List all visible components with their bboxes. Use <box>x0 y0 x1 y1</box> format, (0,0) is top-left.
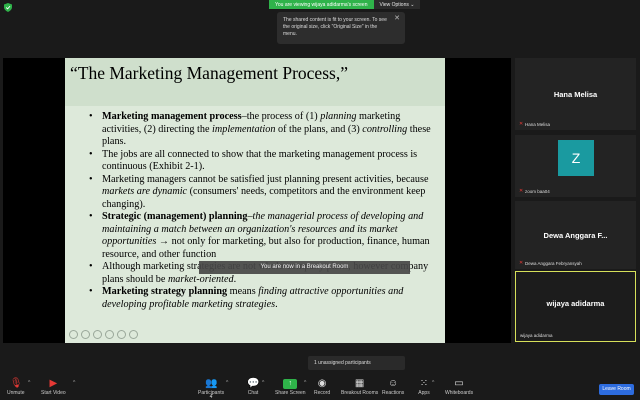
zoom-meeting-window: You are viewing wijaya adidarma's screen… <box>0 0 640 400</box>
meeting-toolbar: 🎙 Unmute ^ ▶ Start Video ^ 👥4 Participan… <box>0 376 640 400</box>
active-speaker-tile[interactable]: wijaya adidarma wijaya adidarma <box>515 271 636 342</box>
mic-muted-icon: ✕ <box>519 188 524 194</box>
participant-tile[interactable]: Dewa Anggara F... ✕ Dewa Anggara Febryans… <box>515 201 636 269</box>
bullet-item: Marketing management process–the process… <box>89 111 439 149</box>
slide-title: “The Marketing Management Process,” <box>70 63 348 83</box>
mic-muted-icon: ✕ <box>519 260 524 266</box>
participants-button[interactable]: 👥4 Participants <box>198 378 224 400</box>
mic-muted-icon: ✕ <box>519 121 524 127</box>
next-slide-icon[interactable] <box>129 330 138 339</box>
bullet-item: Marketing strategy planning means findin… <box>89 286 439 311</box>
pen-icon[interactable] <box>81 330 90 339</box>
participant-display-name: wijaya adidarma <box>546 299 605 308</box>
participant-label: ✕ Hana Melisa <box>519 121 551 128</box>
avatar: Z <box>558 140 594 176</box>
slides-grid-icon[interactable] <box>93 330 102 339</box>
breakout-room-notice: You are now in a Breakout Room <box>199 261 410 274</box>
breakout-rooms-button[interactable]: ▦ Breakout Rooms <box>341 378 378 396</box>
participant-tile[interactable]: Z ✕ zoom baa04 <box>515 135 636 197</box>
apps-button[interactable]: ⁙ Apps <box>418 378 430 396</box>
presentation-slide: “The Marketing Management Process,” Mark… <box>65 58 445 343</box>
share-screen-button[interactable]: ↑ Share Screen <box>275 378 306 396</box>
leave-room-button[interactable]: Leave Room <box>599 384 634 395</box>
sharing-status-text: You are viewing wijaya adidarma's screen <box>269 0 374 9</box>
view-options-button[interactable]: View Options ⌄ <box>373 0 421 9</box>
fit-to-screen-tooltip: The shared content is fit to your screen… <box>277 12 405 44</box>
participant-label: ✕ zoom baa04 <box>519 188 550 195</box>
participant-display-name: Hana Melisa <box>553 90 598 99</box>
participant-display-name: Dewa Anggara F... <box>543 231 608 240</box>
participant-label: wijaya adidarma <box>520 333 553 338</box>
chevron-up-icon[interactable]: ^ <box>262 380 264 386</box>
chat-icon: 💬 <box>247 378 260 389</box>
prev-slide-icon[interactable] <box>69 330 78 339</box>
sharing-banner: You are viewing wijaya adidarma's screen… <box>269 0 421 9</box>
chevron-up-icon[interactable]: ^ <box>304 380 306 386</box>
reactions-button[interactable]: ☺ Reactions <box>382 378 404 396</box>
start-video-button[interactable]: ▶ Start Video <box>41 378 66 396</box>
record-button[interactable]: ◉ Record <box>314 378 330 396</box>
zoom-icon[interactable] <box>105 330 114 339</box>
participants-icon: 👥4 <box>205 378 218 400</box>
bullet-item: The jobs are all connected to show that … <box>89 149 439 174</box>
apps-icon: ⁙ <box>419 378 429 389</box>
tooltip-message: The shared content is fit to your screen… <box>283 17 387 37</box>
participant-label: ✕ Dewa Anggara Febryansyah <box>519 260 582 267</box>
slide-bullet-list: Marketing management process–the process… <box>89 111 439 311</box>
chevron-up-icon[interactable]: ^ <box>73 380 75 386</box>
share-screen-icon: ↑ <box>283 379 298 389</box>
slide-navigation-controls <box>69 330 138 339</box>
unmute-button[interactable]: 🎙 Unmute <box>7 378 25 396</box>
whiteboards-button[interactable]: ▭ Whiteboards <box>445 378 473 396</box>
chevron-up-icon[interactable]: ^ <box>432 380 434 386</box>
close-icon[interactable]: ✕ <box>394 15 400 22</box>
slide-title-bar: “The Marketing Management Process,” <box>65 58 445 106</box>
unassigned-participants-pill[interactable]: 1 unassigned participants <box>308 356 405 370</box>
breakout-rooms-icon: ▦ <box>354 378 365 389</box>
record-icon: ◉ <box>317 378 327 389</box>
shield-icon[interactable] <box>4 3 12 12</box>
mic-muted-icon: 🎙 <box>9 378 23 389</box>
reactions-icon: ☺ <box>388 378 399 389</box>
chevron-up-icon[interactable]: ^ <box>226 380 228 386</box>
chevron-up-icon[interactable]: ^ <box>28 380 30 386</box>
bullet-item: Marketing managers cannot be satisfied j… <box>89 174 439 212</box>
video-off-icon: ▶ <box>49 378 58 389</box>
whiteboard-icon: ▭ <box>454 378 464 389</box>
participant-tile[interactable]: Hana Melisa ✕ Hana Melisa <box>515 58 636 130</box>
chevron-down-icon: ⌄ <box>410 1 415 8</box>
bullet-item: Strategic (management) planning–the mana… <box>89 211 439 261</box>
more-options-icon[interactable] <box>117 330 126 339</box>
shared-screen: “The Marketing Management Process,” Mark… <box>3 58 511 343</box>
chat-button[interactable]: 💬 Chat <box>247 378 259 396</box>
